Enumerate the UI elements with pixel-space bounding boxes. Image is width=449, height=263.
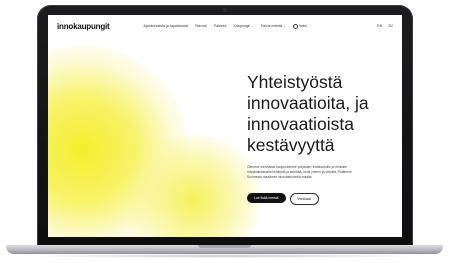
laptop-screen: innokaupungit Ajankohtaista ja tapahtuma… [48, 15, 402, 237]
search-icon [292, 23, 298, 29]
hero-cta-row: Lue lisää meistä Verkkaat [247, 193, 319, 205]
laptop-mockup: innokaupungit Ajankohtaista ja tapahtuma… [0, 0, 449, 263]
hero-title: Yhteistyöstä innovaatioita, ja innovaati… [247, 72, 397, 156]
nav-menu: Ajankohtaista ja tapahtumat Teemat Palve… [144, 23, 307, 29]
hero-title-line: innovaatioita, ja [247, 93, 369, 113]
top-navigation: innokaupungit Ajankohtaista ja tapahtuma… [48, 15, 402, 37]
nav-item-services[interactable]: Palvelut [214, 24, 227, 28]
hero-title-line: Yhteistyöstä [247, 72, 343, 92]
search-button[interactable]: Haku [292, 23, 307, 29]
chevron-down-icon: ⌄ [250, 24, 254, 28]
hero-title-line: kestävyyttä [247, 135, 335, 155]
language-switcher: EN SV [377, 24, 393, 28]
laptop-notch [198, 245, 251, 248]
camera-icon [223, 8, 227, 12]
chevron-down-icon: ⌄ [282, 24, 286, 28]
nav-item-news-events[interactable]: Ajankohtaista ja tapahtumat [144, 24, 188, 28]
read-more-button[interactable]: Lue lisää meistä [247, 193, 286, 203]
laptop-shadow [20, 254, 429, 258]
language-sv[interactable]: SV [388, 24, 393, 28]
secondary-button[interactable]: Verkkaat [289, 193, 319, 205]
hero-description: Olemme olennaisia kaupunkimme yrityksill… [247, 165, 352, 179]
hero-title-line: innovaatioista [247, 114, 355, 134]
laptop-lid: innokaupungit Ajankohtaista ja tapahtuma… [37, 5, 413, 250]
language-en[interactable]: EN [377, 24, 382, 28]
nav-item-cities[interactable]: Kaupungit ⌄ [233, 24, 253, 28]
nav-item-about[interactable]: Tietoa meistä ⌄ [261, 24, 286, 28]
site-logo[interactable]: innokaupungit [57, 22, 110, 31]
nav-item-themes[interactable]: Teemat [195, 24, 207, 28]
